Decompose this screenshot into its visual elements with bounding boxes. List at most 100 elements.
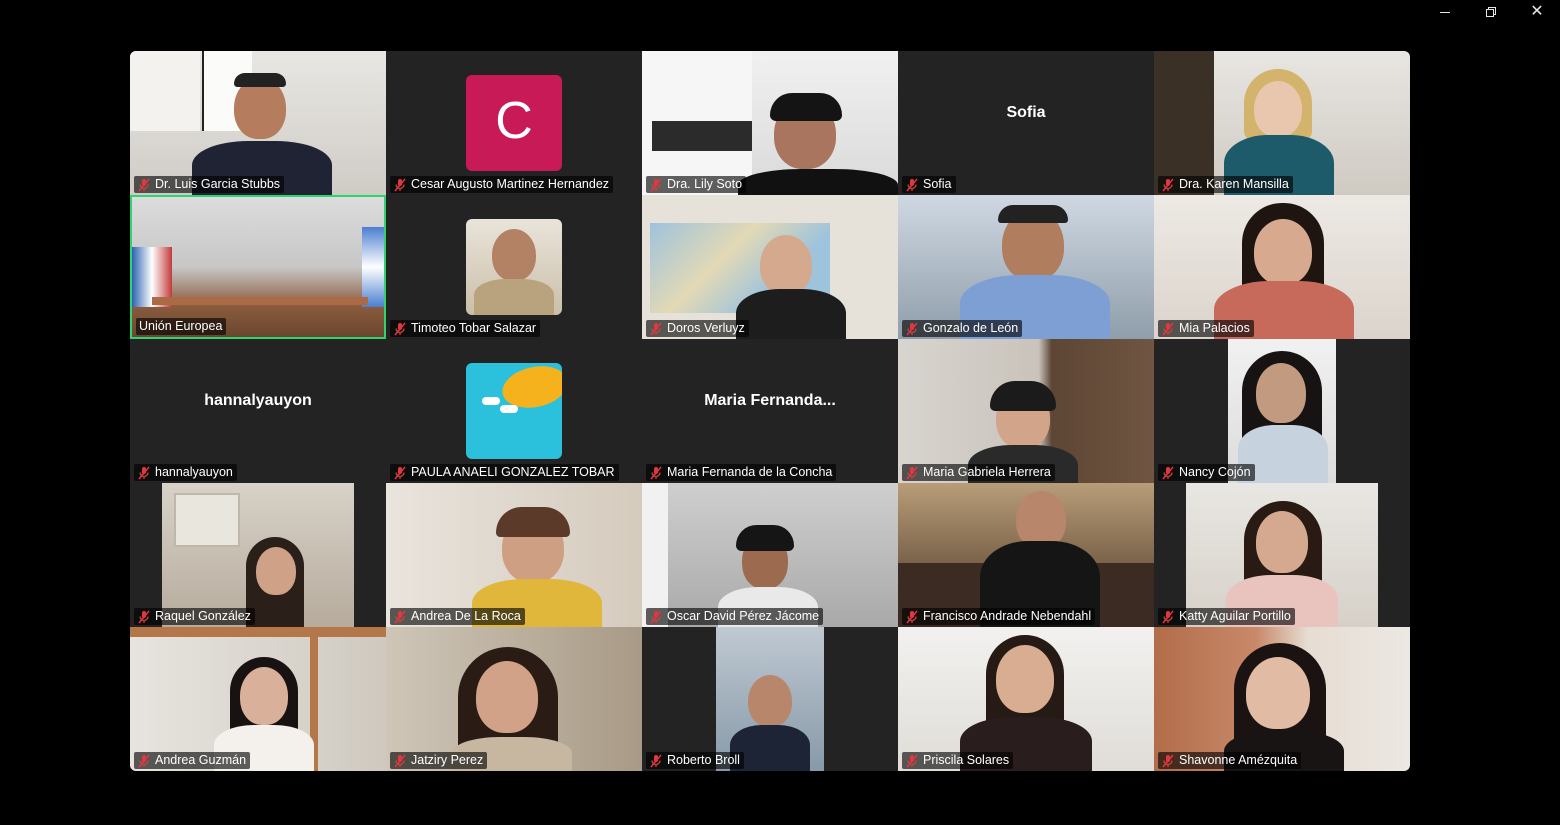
participant-nameplate: Priscila Solares [902, 752, 1014, 769]
mic-muted-icon [394, 466, 406, 479]
mic-muted-icon [394, 754, 406, 767]
participant-name: Unión Europea [139, 319, 223, 333]
participant-nameplate: Unión Europea [136, 318, 227, 335]
participant-tile-active-speaker[interactable]: Unión Europea [130, 195, 386, 339]
mic-muted-icon [906, 322, 918, 335]
avatar [466, 363, 562, 459]
participant-name: Sofia [923, 177, 952, 191]
display-name: hannalyauyon [204, 392, 312, 409]
participant-name: Dr. Luis Garcia Stubbs [155, 177, 281, 191]
participant-name: hannalyauyon [155, 465, 233, 479]
participant-name: Oscar David Pérez Jácome [667, 609, 820, 623]
mic-muted-icon [650, 754, 662, 767]
restore-button[interactable] [1468, 0, 1514, 24]
participant-tile[interactable]: C Cesar Augusto Martinez Hernandez [386, 51, 642, 195]
participant-tile[interactable]: Andrea De La Roca [386, 483, 642, 627]
participant-name: Andrea Guzmán [155, 753, 247, 767]
participant-nameplate: Gonzalo de León [902, 320, 1023, 337]
participant-nameplate: Jatziry Perez [390, 752, 488, 769]
window-controls: ✕ [1422, 0, 1560, 24]
participant-nameplate: Dr. Luis Garcia Stubbs [134, 176, 285, 193]
participant-tile[interactable]: Priscila Solares [898, 627, 1154, 771]
mic-muted-icon [138, 610, 150, 623]
participant-name: PAULA ANAELI GONZALEZ TOBAR [411, 465, 615, 479]
mic-muted-icon [1162, 466, 1174, 479]
participant-nameplate: Roberto Broll [646, 752, 744, 769]
participant-tile[interactable]: Oscar David Pérez Jácome [642, 483, 898, 627]
participant-tile[interactable]: Raquel González [130, 483, 386, 627]
participant-tile[interactable]: Roberto Broll [642, 627, 898, 771]
participant-name: Mia Palacios [1179, 321, 1250, 335]
participant-tile[interactable]: Sofia Sofia [898, 51, 1154, 195]
participant-nameplate: Raquel González [134, 608, 255, 625]
gallery-view: Dr. Luis Garcia Stubbs C Cesar Augusto M… [130, 51, 1410, 771]
mic-muted-icon [906, 754, 918, 767]
minimize-icon [1440, 11, 1450, 13]
participant-name: Gonzalo de León [923, 321, 1019, 335]
mic-muted-icon [394, 610, 406, 623]
participant-name: Doros Verluyz [667, 321, 745, 335]
participant-nameplate: Nancy Cojón [1158, 464, 1255, 481]
mic-muted-icon [1162, 754, 1174, 767]
participant-tile[interactable]: PAULA ANAELI GONZALEZ TOBAR [386, 339, 642, 483]
participant-name: Dra. Lily Soto [667, 177, 743, 191]
participant-tile[interactable]: Gonzalo de León [898, 195, 1154, 339]
mic-muted-icon [1162, 322, 1174, 335]
participant-tile[interactable]: Dra. Karen Mansilla [1154, 51, 1410, 195]
mic-muted-icon [906, 178, 918, 191]
close-button[interactable]: ✕ [1514, 0, 1560, 24]
participant-name: Shavonne Amézquita [1179, 753, 1298, 767]
participant-nameplate: Maria Fernanda de la Concha [646, 464, 837, 481]
participant-tile[interactable]: Katty Aguilar Portillo [1154, 483, 1410, 627]
mic-muted-icon [138, 754, 150, 767]
avatar: C [466, 75, 562, 171]
avatar [466, 219, 562, 315]
display-name: Maria Fernanda... [704, 392, 836, 409]
mic-muted-icon [650, 610, 662, 623]
participant-tile[interactable]: Doros Verluyz [642, 195, 898, 339]
participant-tile[interactable]: Dr. Luis Garcia Stubbs [130, 51, 386, 195]
participant-nameplate: Maria Gabriela Herrera [902, 464, 1055, 481]
mic-muted-icon [138, 466, 150, 479]
mic-muted-icon [394, 322, 406, 335]
participant-nameplate: Katty Aguilar Portillo [1158, 608, 1295, 625]
participant-name: Andrea De La Roca [411, 609, 521, 623]
participant-tile[interactable]: Nancy Cojón [1154, 339, 1410, 483]
minimize-button[interactable] [1422, 0, 1468, 24]
participant-name: Cesar Augusto Martinez Hernandez [411, 177, 610, 191]
avatar-letter: C [495, 92, 533, 150]
participant-name: Nancy Cojón [1179, 465, 1251, 479]
participant-tile[interactable]: Maria Fernanda... Maria Fernanda de la C… [642, 339, 898, 483]
participant-name: Jatziry Perez [411, 753, 484, 767]
mic-muted-icon [394, 178, 406, 191]
display-name: Sofia [1006, 104, 1046, 121]
participant-tile[interactable]: Dra. Lily Soto [642, 51, 898, 195]
participant-tile[interactable]: Mia Palacios [1154, 195, 1410, 339]
participant-nameplate: Doros Verluyz [646, 320, 749, 337]
participant-tile[interactable]: hannalyauyon hannalyauyon [130, 339, 386, 483]
participant-nameplate: PAULA ANAELI GONZALEZ TOBAR [390, 464, 619, 481]
participant-nameplate: hannalyauyon [134, 464, 237, 481]
participant-tile[interactable]: Shavonne Amézquita [1154, 627, 1410, 771]
participant-tile[interactable]: Timoteo Tobar Salazar [386, 195, 642, 339]
mic-muted-icon [650, 178, 662, 191]
participant-nameplate: Dra. Karen Mansilla [1158, 176, 1293, 193]
participant-tile[interactable]: Maria Gabriela Herrera [898, 339, 1154, 483]
participant-nameplate: Francisco Andrade Nebendahl [902, 608, 1096, 625]
mic-muted-icon [650, 322, 662, 335]
participant-tile[interactable]: Francisco Andrade Nebendahl [898, 483, 1154, 627]
mic-muted-icon [906, 466, 918, 479]
participant-name: Maria Fernanda de la Concha [667, 465, 833, 479]
mic-muted-icon [138, 178, 150, 191]
participant-nameplate: Timoteo Tobar Salazar [390, 320, 541, 337]
participant-tile[interactable]: Andrea Guzmán [130, 627, 386, 771]
participant-tile[interactable]: Jatziry Perez [386, 627, 642, 771]
participant-name: Priscila Solares [923, 753, 1010, 767]
mic-muted-icon [1162, 178, 1174, 191]
participant-name: Francisco Andrade Nebendahl [923, 609, 1092, 623]
participant-name: Dra. Karen Mansilla [1179, 177, 1289, 191]
participant-nameplate: Dra. Lily Soto [646, 176, 747, 193]
participant-name: Katty Aguilar Portillo [1179, 609, 1291, 623]
participant-nameplate: Cesar Augusto Martinez Hernandez [390, 176, 614, 193]
participant-nameplate: Andrea Guzmán [134, 752, 251, 769]
